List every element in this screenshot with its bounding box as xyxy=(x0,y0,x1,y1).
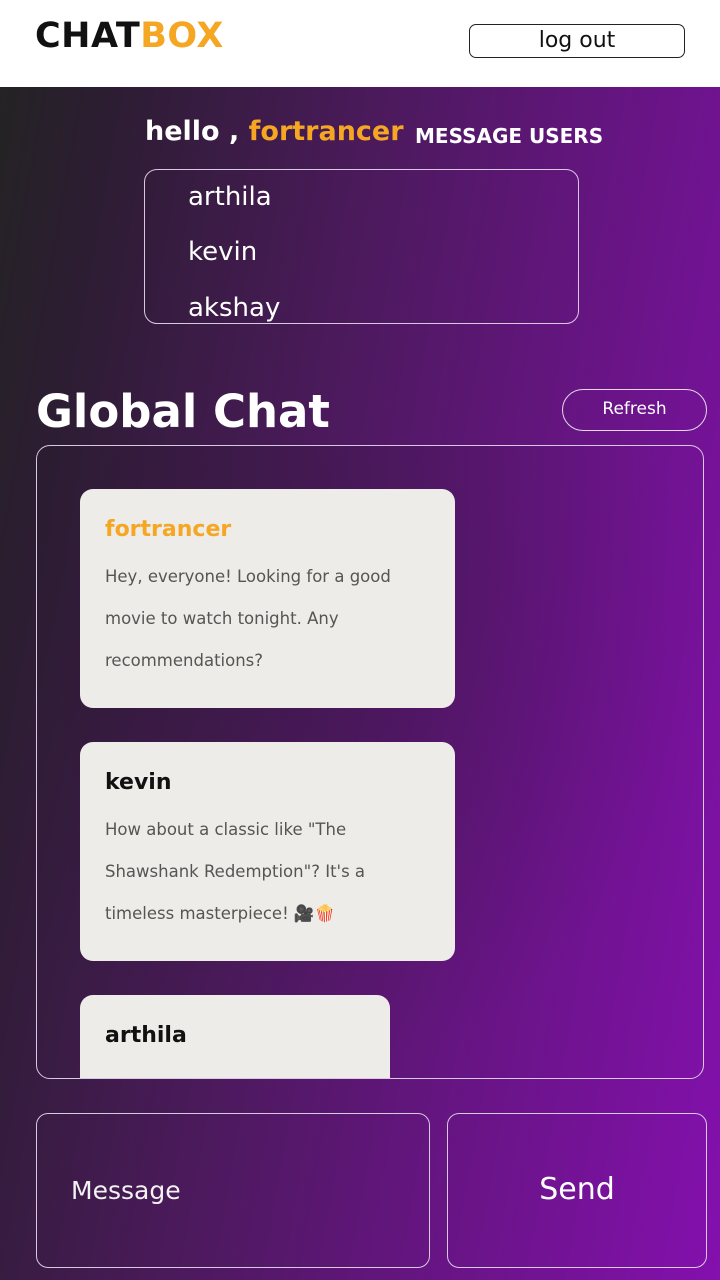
user-item-kevin[interactable]: kevin xyxy=(188,237,257,267)
message-input[interactable] xyxy=(36,1113,430,1268)
message-text: How about a classic like "The Shawshank … xyxy=(105,820,366,923)
chat-messages[interactable]: fortrancer Hey, everyone! Looking for a … xyxy=(36,445,704,1079)
message-sender: fortrancer xyxy=(105,517,232,542)
chat-message: kevin How about a classic like "The Shaw… xyxy=(80,742,455,961)
greeting-username: fortrancer xyxy=(248,116,404,147)
message-sender: arthila xyxy=(105,1023,187,1048)
greeting-hello: hello , xyxy=(145,116,249,147)
refresh-button[interactable]: Refresh xyxy=(562,389,707,431)
user-item-akshay[interactable]: akshay xyxy=(188,293,280,323)
top-bar: CHATBOX log out xyxy=(0,0,720,87)
global-chat-title: Global Chat xyxy=(36,385,330,438)
message-users-heading: MESSAGE USERS xyxy=(415,124,604,148)
user-item-arthila[interactable]: arthila xyxy=(188,182,272,212)
logo-text-box: BOX xyxy=(140,16,224,56)
main-panel: hello , fortrancer MESSAGE USERS arthila… xyxy=(0,87,720,1280)
message-sender: kevin xyxy=(105,770,172,795)
send-button[interactable]: Send xyxy=(447,1113,707,1268)
app-logo: CHATBOX xyxy=(35,16,224,56)
chat-message: arthila xyxy=(80,995,390,1078)
logout-button[interactable]: log out xyxy=(469,24,685,58)
chat-message: fortrancer Hey, everyone! Looking for a … xyxy=(80,489,455,708)
greeting: hello , fortrancer xyxy=(145,116,404,147)
message-text: Hey, everyone! Looking for a good movie … xyxy=(105,567,391,670)
logo-text-chat: CHAT xyxy=(35,16,141,56)
users-list: arthila kevin akshay xyxy=(144,169,579,324)
